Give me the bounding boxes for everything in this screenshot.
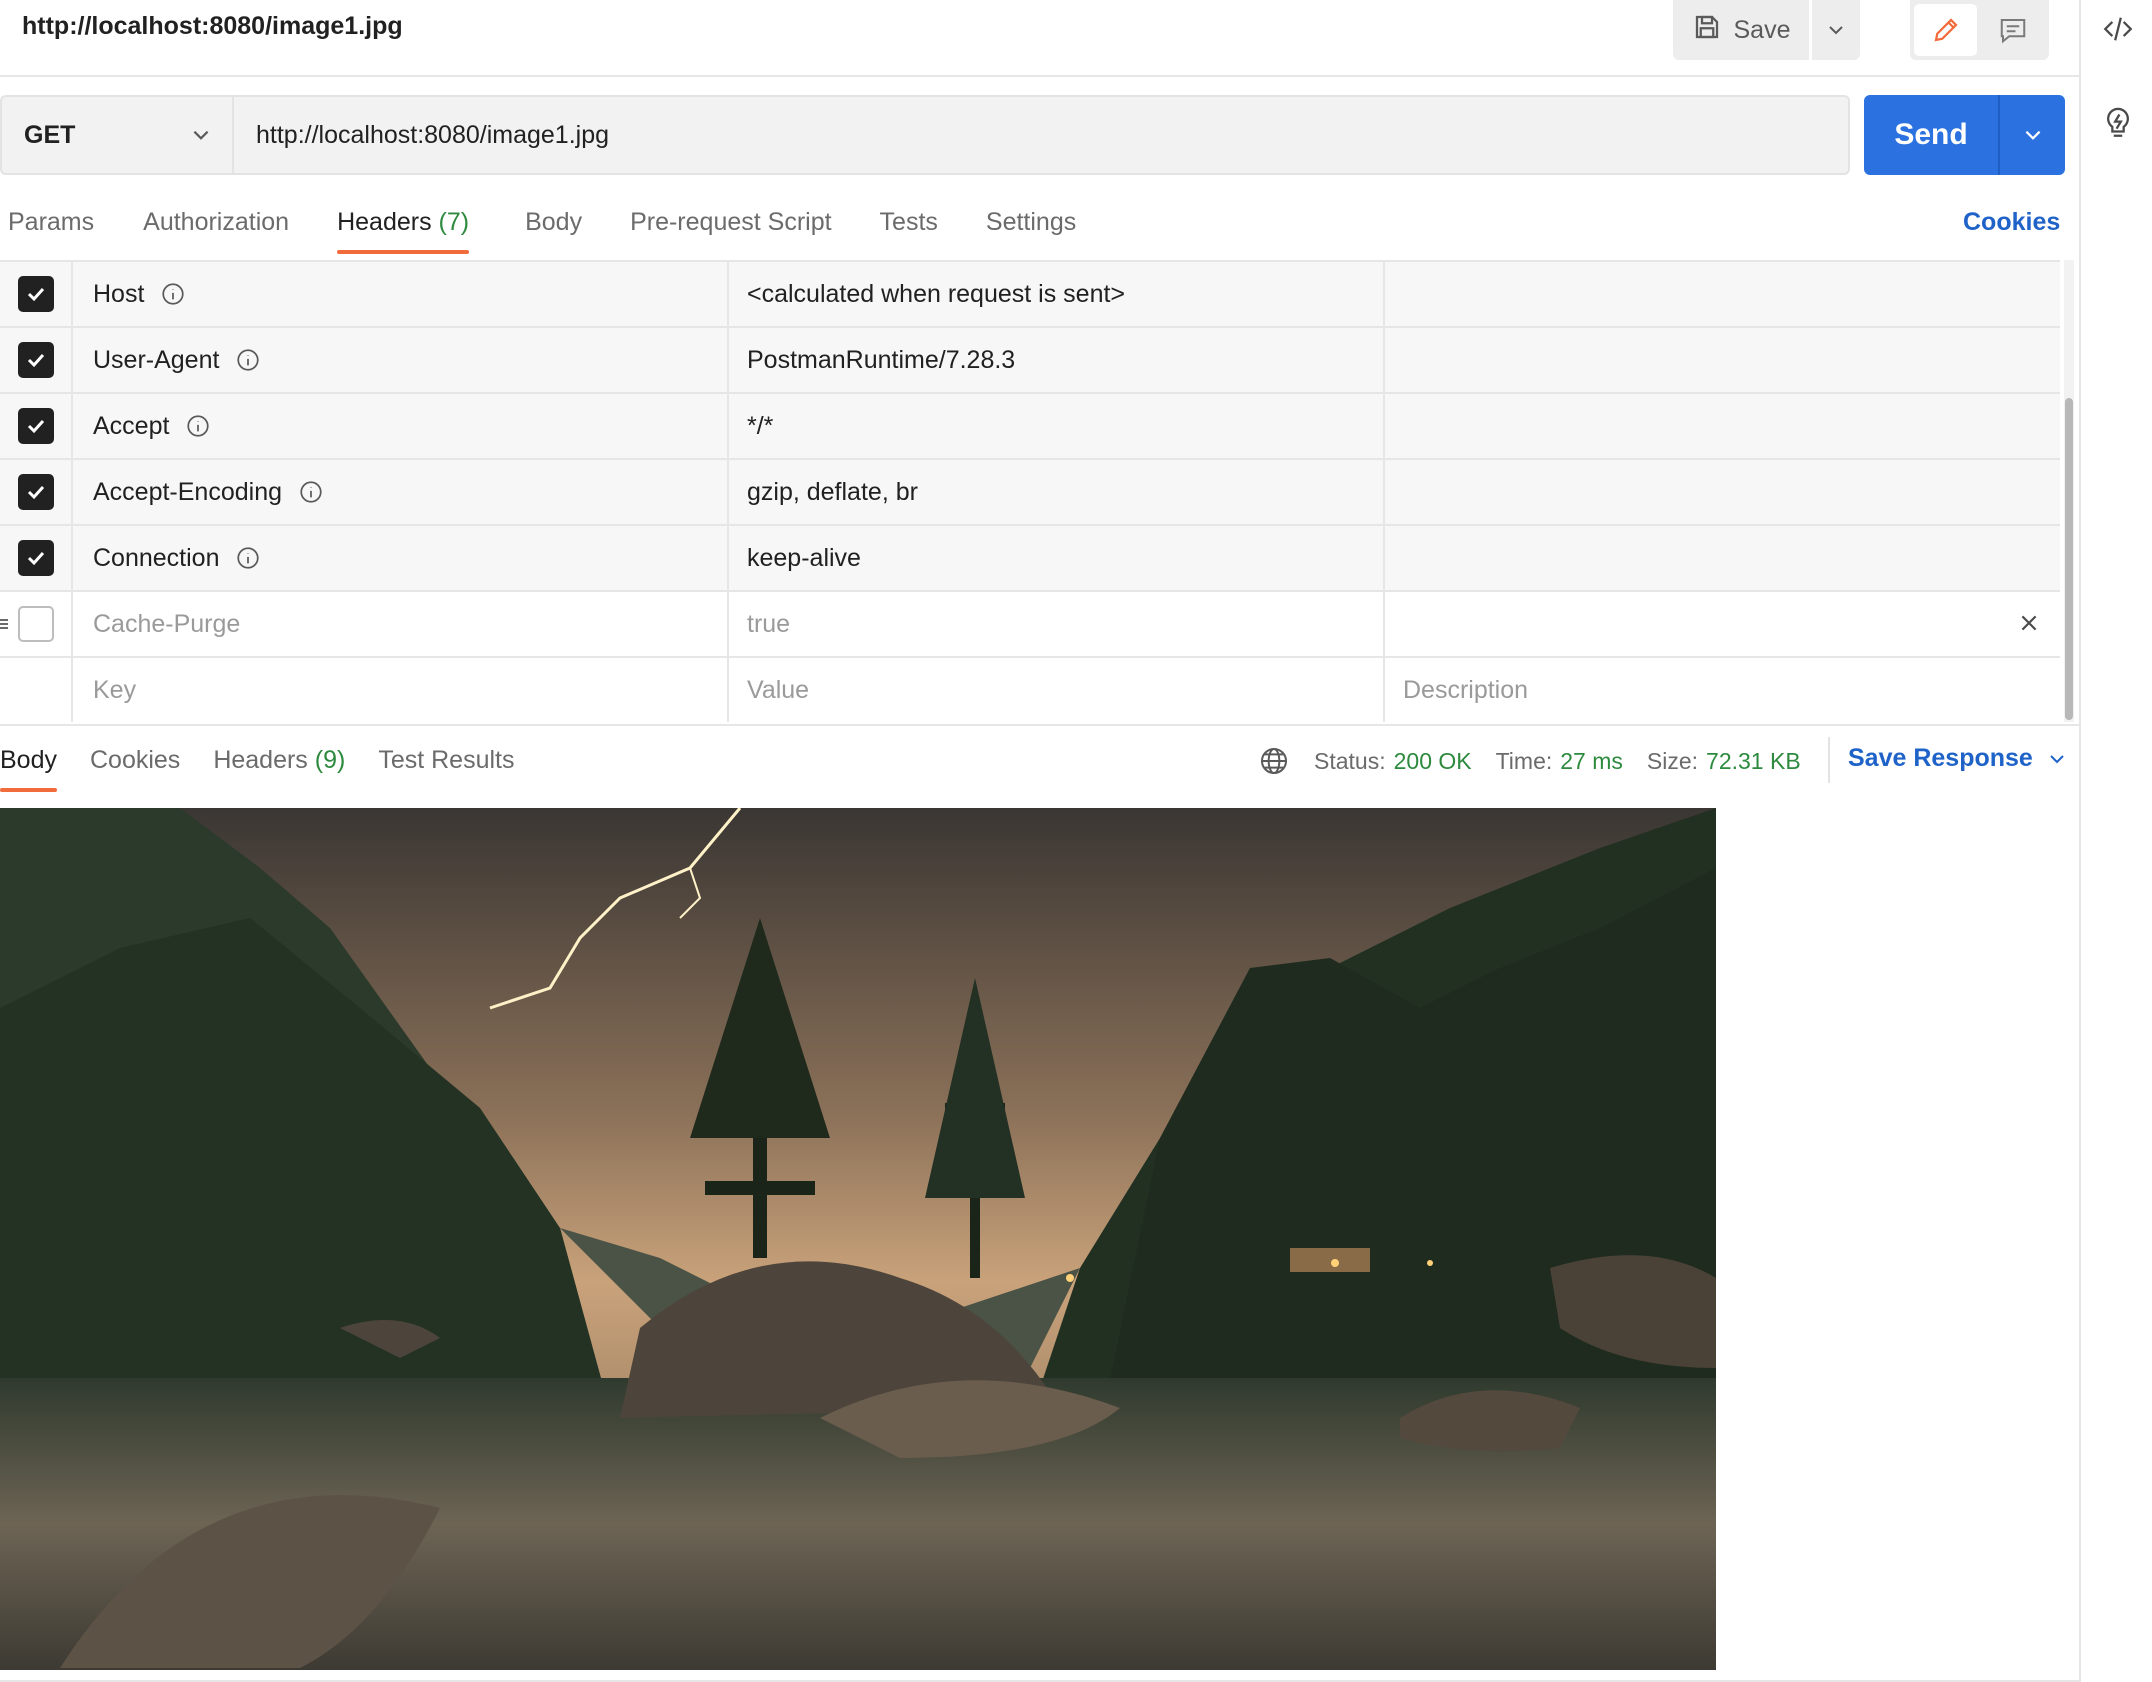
table-row: User-Agent PostmanRuntime/7.28.3 — [0, 328, 2060, 394]
header-value[interactable]: gzip, deflate, br — [729, 460, 1385, 524]
header-key[interactable]: Connection — [93, 544, 219, 573]
send-group: Send — [1864, 95, 2065, 175]
pencil-icon — [1934, 18, 1958, 42]
checkbox-icon[interactable] — [17, 342, 54, 378]
time-value[interactable]: 27 ms — [1560, 748, 1623, 775]
globe-icon[interactable] — [1258, 745, 1290, 777]
url-input[interactable]: http://localhost:8080/image1.jpg — [232, 95, 1850, 175]
tab-test-results[interactable]: Test Results — [378, 738, 514, 794]
info-icon — [162, 283, 185, 305]
header-description[interactable] — [1385, 460, 2060, 524]
header-description[interactable] — [1385, 328, 2060, 392]
status-value[interactable]: 200 OK — [1394, 748, 1472, 775]
headers-scrollbar[interactable] — [2064, 260, 2074, 722]
new-value-input[interactable]: Value — [729, 658, 1385, 722]
mode-toggle — [1910, 0, 2049, 60]
save-button[interactable]: Save — [1673, 0, 1809, 60]
response-headers-count: (9) — [314, 746, 346, 774]
new-key-input[interactable]: Key — [73, 658, 729, 722]
save-icon — [1692, 12, 1722, 49]
table-row: Connection keep-alive — [0, 526, 2060, 592]
right-sidebar — [2079, 0, 2152, 1682]
table-row-new: Key Value Description — [0, 658, 2060, 722]
divider — [1828, 737, 1830, 783]
cookies-link[interactable]: Cookies — [1963, 208, 2060, 237]
status-label: Status: — [1314, 747, 1386, 774]
info-icon — [237, 547, 260, 569]
code-icon[interactable] — [2101, 12, 2135, 46]
checkbox-icon[interactable] — [17, 408, 54, 444]
tab-response-headers[interactable]: Headers (9) — [213, 738, 345, 794]
header-key[interactable]: Host — [93, 280, 144, 309]
checkbox-icon[interactable] — [17, 540, 54, 576]
save-response-label: Save Response — [1848, 744, 2033, 772]
header-value[interactable]: keep-alive — [729, 526, 1385, 590]
tab-response-body[interactable]: Body — [0, 738, 57, 794]
method-label: GET — [24, 120, 76, 149]
tab-authorization[interactable]: Authorization — [143, 198, 289, 258]
chevron-down-icon — [2050, 754, 2064, 763]
table-row: Cache-Purge true — [0, 592, 2060, 658]
response-meta: Status: 200 OK Time: 27 ms Size: 72.31 K… — [1258, 744, 1801, 778]
header-value[interactable]: PostmanRuntime/7.28.3 — [729, 328, 1385, 392]
divider — [0, 724, 2079, 726]
save-response-button[interactable]: Save Response — [1848, 744, 2067, 773]
info-icon — [300, 481, 322, 503]
chevron-down-icon — [2025, 130, 2040, 140]
header-key[interactable]: Cache-Purge — [93, 610, 240, 639]
info-icon — [237, 349, 260, 371]
info-icon — [187, 415, 210, 437]
header-key[interactable]: Accept-Encoding — [93, 478, 282, 507]
comment-mode-button[interactable] — [1981, 4, 2044, 56]
tab-tests[interactable]: Tests — [880, 198, 938, 258]
header-description[interactable] — [1385, 394, 2060, 458]
comment-icon — [2000, 19, 2025, 44]
new-description-input[interactable]: Description — [1385, 658, 2060, 722]
close-icon[interactable] — [2018, 612, 2040, 634]
save-label: Save — [1733, 15, 1791, 44]
header-description[interactable] — [1385, 592, 2060, 656]
header-value[interactable]: true — [729, 592, 1385, 656]
tab-pre-request-script[interactable]: Pre-request Script — [630, 198, 831, 258]
header-value[interactable]: <calculated when request is sent> — [729, 262, 1385, 326]
tab-params[interactable]: Params — [8, 198, 94, 258]
edit-mode-button[interactable] — [1914, 4, 1977, 56]
method-select[interactable]: GET — [0, 95, 232, 175]
time-label: Time: — [1495, 747, 1553, 774]
new-row-check-cell — [0, 658, 73, 722]
chevron-down-icon — [1829, 26, 1843, 35]
headers-count: (7) — [438, 208, 470, 236]
size-value[interactable]: 72.31 KB — [1706, 748, 1801, 775]
save-options-button[interactable] — [1812, 0, 1860, 60]
checkbox-icon[interactable] — [17, 606, 54, 642]
title-bar: http://localhost:8080/image1.jpg Save — [0, 0, 2079, 77]
send-options-button[interactable] — [2000, 95, 2065, 175]
response-image — [0, 808, 1716, 1670]
request-title[interactable]: http://localhost:8080/image1.jpg — [22, 12, 403, 41]
table-row: Host <calculated when request is sent> — [0, 262, 2060, 328]
tab-response-cookies[interactable]: Cookies — [90, 738, 180, 794]
chevron-down-icon — [193, 130, 209, 140]
size-label: Size: — [1646, 747, 1699, 774]
tab-headers[interactable]: Headers (7) — [337, 198, 470, 258]
table-row: Accept-Encoding gzip, deflate, br — [0, 460, 2060, 526]
tab-settings[interactable]: Settings — [986, 198, 1076, 258]
response-tabs: Body Cookies Headers (9) Test Results — [0, 738, 515, 794]
checkbox-icon[interactable] — [17, 474, 54, 510]
header-key[interactable]: User-Agent — [93, 346, 219, 375]
header-key[interactable]: Accept — [93, 412, 169, 441]
checkbox-icon[interactable] — [17, 276, 54, 312]
request-tabs: Params Authorization Headers (7) Body Pr… — [0, 198, 1076, 258]
headers-table: Host <calculated when request is sent> U… — [0, 260, 2060, 722]
header-description[interactable] — [1385, 262, 2060, 326]
header-description[interactable] — [1385, 526, 2060, 590]
lightbulb-icon[interactable] — [2101, 106, 2135, 140]
scrollbar-thumb[interactable] — [2065, 398, 2073, 720]
save-group: Save — [1673, 0, 1860, 60]
tab-body[interactable]: Body — [525, 198, 582, 258]
header-value[interactable]: */* — [729, 394, 1385, 458]
table-row: Accept */* — [0, 394, 2060, 460]
send-button[interactable]: Send — [1864, 95, 2000, 175]
